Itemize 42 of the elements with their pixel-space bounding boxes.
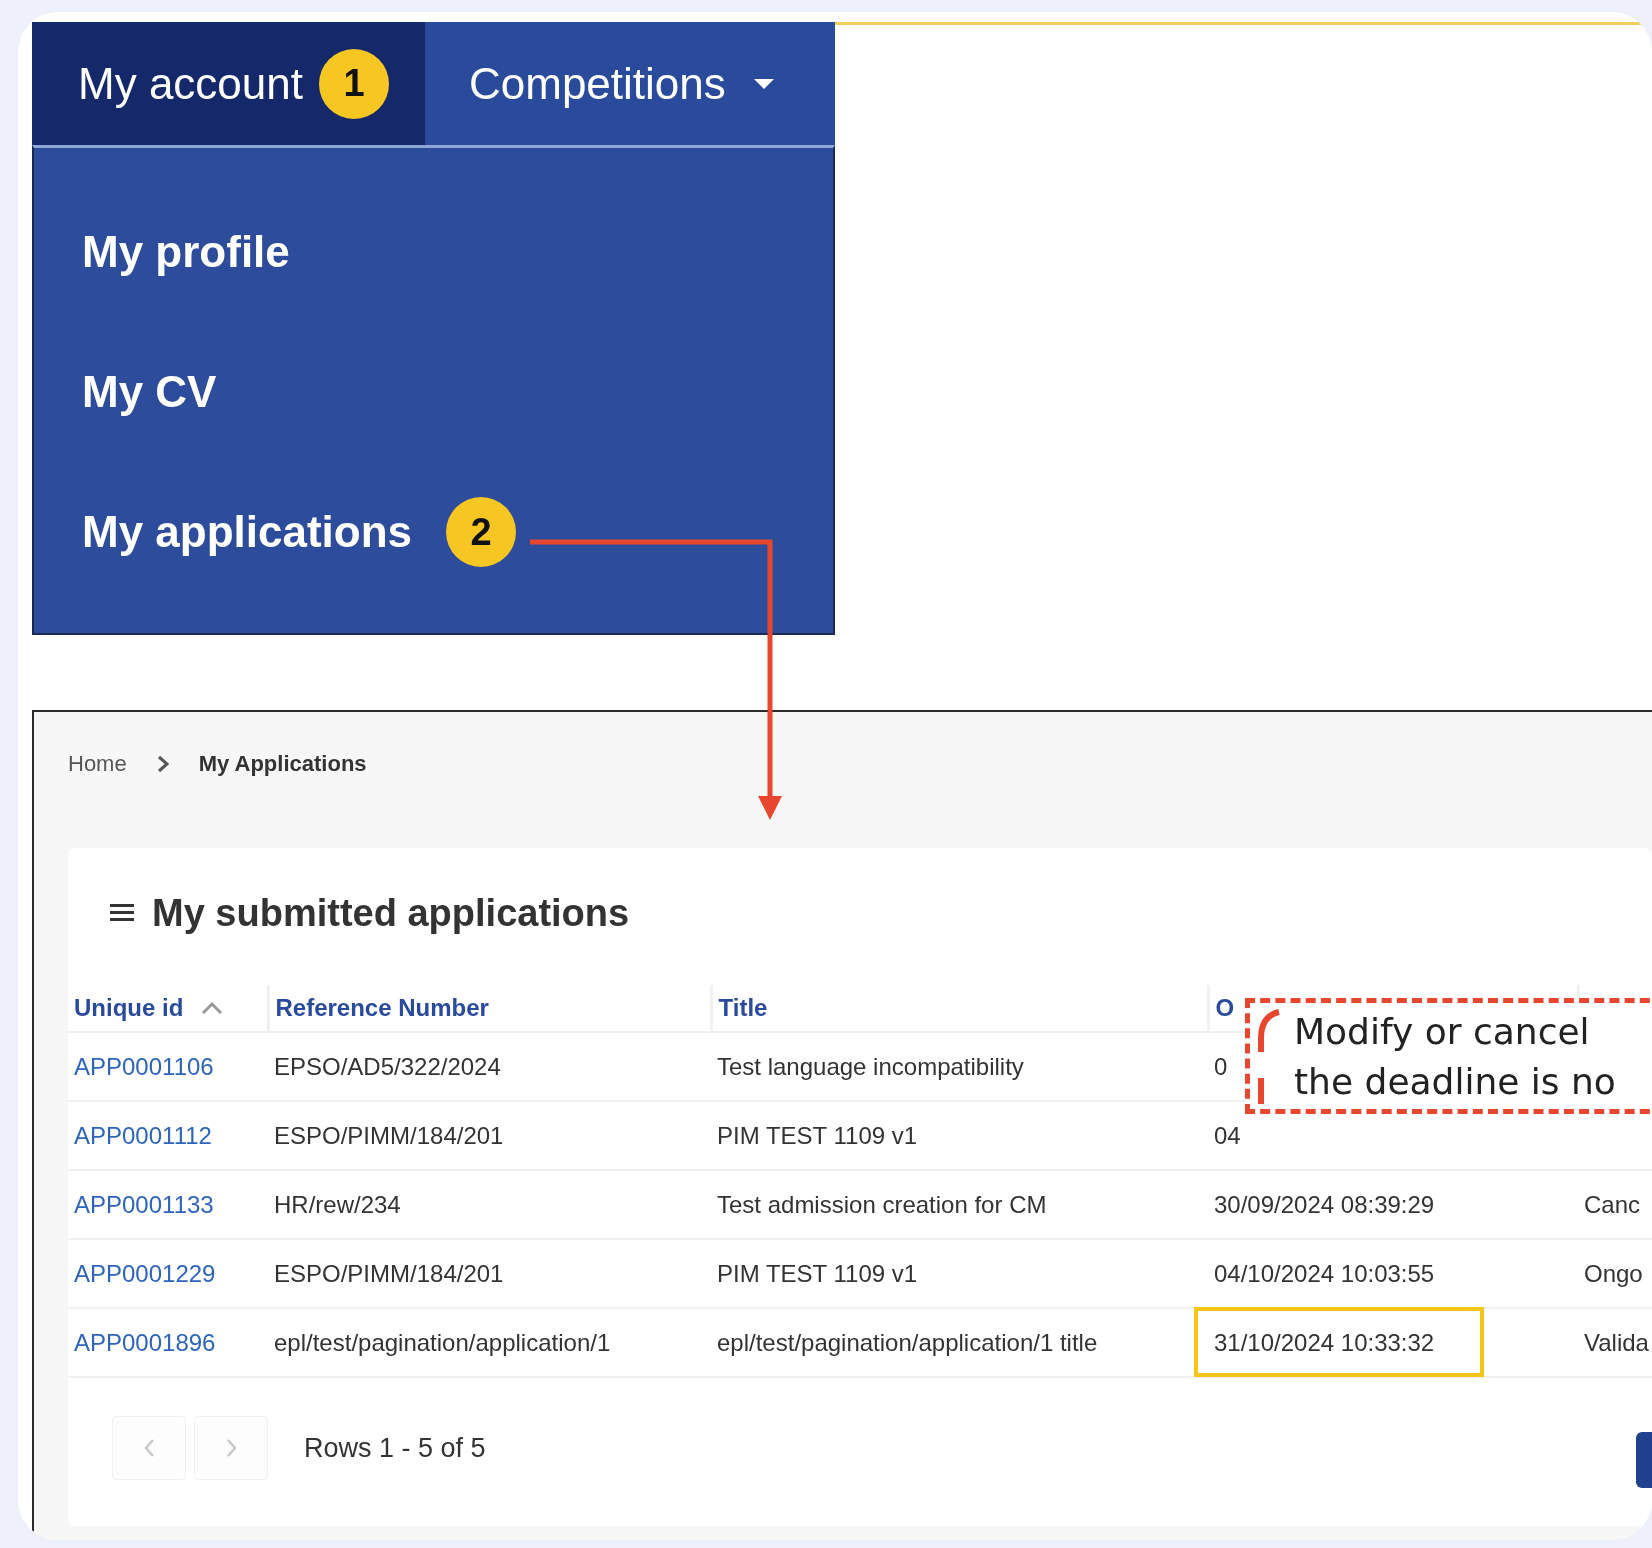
column-header[interactable]: Reference Number — [275, 994, 489, 1022]
application-link[interactable]: APP0001896 — [74, 1328, 216, 1356]
row-count: Rows 1 - 5 of 5 — [304, 1432, 486, 1464]
step-badge: 2 — [446, 497, 517, 567]
breadcrumb-link[interactable]: Home — [68, 751, 127, 777]
application-link[interactable]: APP0001229 — [74, 1259, 216, 1287]
breadcrumb-current: My Applications — [198, 751, 367, 777]
table-cell: HR/rew/234 — [274, 1190, 401, 1219]
table-cell: Canc — [1584, 1190, 1641, 1219]
sort-up-icon[interactable] — [201, 1001, 224, 1015]
table-cell: 04/10/2024 10:03:55 — [1214, 1259, 1435, 1288]
application-link[interactable]: APP0001112 — [74, 1121, 212, 1149]
menu-item[interactable]: My CV — [82, 367, 217, 417]
callout-note: Modify or cancel the deadline is no — [1245, 998, 1652, 1114]
table-cell: Test language incompatibility — [717, 1052, 1024, 1081]
table-cell: PIM TEST 1109 v1 — [717, 1121, 918, 1150]
column-header[interactable]: Title — [718, 994, 768, 1022]
nav-tab[interactable]: Competitions — [425, 22, 835, 145]
table-cell: epl/test/pagination/application/1 — [274, 1328, 611, 1357]
menu-item[interactable]: My profile — [82, 227, 290, 277]
table-cell: PIM TEST 1109 v1 — [717, 1259, 918, 1288]
table-cell: 31/10/2024 10:33:32 — [1214, 1328, 1435, 1357]
column-header[interactable]: O — [1215, 994, 1235, 1022]
step-badge: 1 — [319, 48, 389, 119]
application-link[interactable]: APP0001133 — [74, 1190, 214, 1218]
chevron-right-icon — [156, 755, 169, 773]
column-header[interactable]: Unique id — [74, 994, 184, 1022]
application-link[interactable]: APP0001106 — [74, 1052, 214, 1080]
table-cell: Ongo — [1584, 1259, 1643, 1288]
section-title: My submitted applications — [152, 891, 630, 935]
menu-item[interactable]: My applications — [82, 507, 413, 557]
table-cell: 0 — [1214, 1052, 1228, 1081]
table-cell: 30/09/2024 08:39:29 — [1214, 1190, 1435, 1219]
table-cell: ESPO/PIMM/184/201 — [274, 1259, 504, 1288]
table-cell: EPSO/AD5/322/2024 — [274, 1052, 501, 1081]
menu-icon — [110, 902, 134, 924]
table-cell: ESPO/PIMM/184/201 — [274, 1121, 504, 1150]
table-cell: epl/test/pagination/application/1 title — [717, 1328, 1098, 1357]
nav-tab[interactable]: My account 1 — [32, 22, 425, 145]
table-cell: 04 — [1214, 1121, 1241, 1150]
table-cell: Test admission creation for CM — [717, 1190, 1047, 1219]
table-cell: Valida — [1584, 1328, 1649, 1357]
